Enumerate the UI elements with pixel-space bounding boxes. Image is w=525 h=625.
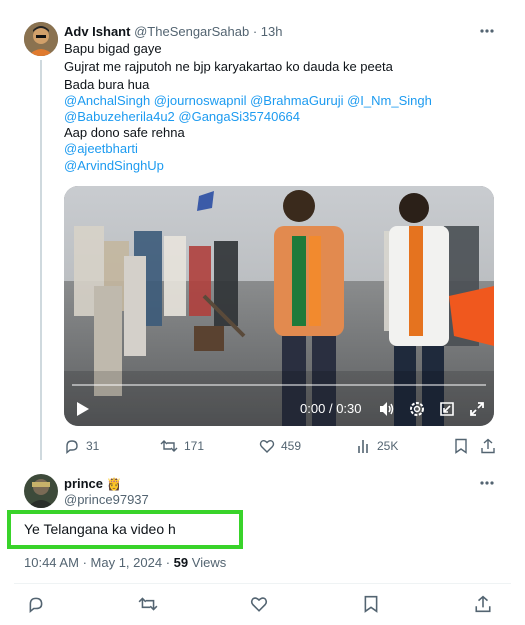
repost-count: 171 xyxy=(184,439,205,453)
picture-in-picture-icon[interactable] xyxy=(438,400,456,418)
crown-emoji-icon: 👸 xyxy=(106,477,122,491)
video-time-total: 0:30 xyxy=(336,401,362,416)
reply-timestamp-row: 10:44 AM · May 1, 2024 · 59 Views xyxy=(24,553,226,572)
heart-icon xyxy=(259,438,275,454)
thread-line xyxy=(40,60,42,460)
reply-bookmark-icon[interactable] xyxy=(363,595,379,613)
dot-separator: · xyxy=(252,24,258,39)
bar-chart-icon xyxy=(357,438,371,454)
tweet-text-line-2: Gujrat me rajputoh ne bjp karyakartao ko… xyxy=(64,59,393,74)
reply-views-label: Views xyxy=(191,555,227,570)
video-time-current: 0:00 xyxy=(300,401,326,416)
views-count: 25K xyxy=(377,439,399,453)
video-player[interactable]: 0:00 / 0:30 xyxy=(64,186,494,426)
reply-views-count: 59 xyxy=(173,555,189,570)
reply-reply-icon[interactable] xyxy=(27,595,45,613)
reply-count: 31 xyxy=(86,439,100,453)
video-time: 0:00 / 0:30 xyxy=(300,401,362,416)
reply-author-handle[interactable]: @prince97937 xyxy=(64,490,149,509)
reply-action[interactable]: 31 xyxy=(64,438,99,454)
video-time-separator: / xyxy=(328,401,333,416)
mention-arvindsinghup[interactable]: @ArvindSinghUp xyxy=(64,156,164,175)
reply-author-name[interactable]: prince xyxy=(64,476,103,491)
views-action[interactable]: 25K xyxy=(357,438,398,454)
reply-share-icon[interactable] xyxy=(474,595,492,613)
reply-sep: · xyxy=(82,555,87,570)
tweet-text-line-1: Bapu bigad gaye xyxy=(64,41,162,56)
bookmark-icon[interactable] xyxy=(454,438,468,454)
like-count: 459 xyxy=(281,439,302,453)
gear-icon[interactable] xyxy=(408,400,426,418)
play-icon[interactable] xyxy=(76,401,90,417)
reply-text: Ye Telangana ka video h xyxy=(24,521,176,537)
tweet-time[interactable]: 13h xyxy=(261,24,283,39)
reply-sep-2: · xyxy=(165,555,171,570)
more-options-icon[interactable] xyxy=(478,24,496,38)
reply-repost-icon[interactable] xyxy=(138,595,158,613)
video-progress-bar[interactable] xyxy=(72,384,486,386)
share-icon[interactable] xyxy=(480,438,496,454)
author-avatar[interactable] xyxy=(24,22,58,56)
repost-icon xyxy=(160,438,178,454)
reply-author-avatar[interactable] xyxy=(24,474,58,508)
author-handle[interactable]: @TheSengarSahab xyxy=(134,24,249,39)
author-name[interactable]: Adv Ishant xyxy=(64,24,130,39)
reply-icon xyxy=(64,438,80,454)
volume-icon[interactable] xyxy=(378,400,396,418)
video-frame xyxy=(64,186,494,426)
like-action[interactable]: 459 xyxy=(259,438,301,454)
divider xyxy=(14,583,511,584)
repost-action[interactable]: 171 xyxy=(160,438,204,454)
reply-heart-icon[interactable] xyxy=(250,595,268,613)
reply-time[interactable]: 10:44 AM xyxy=(24,555,79,570)
reply-more-options-icon[interactable] xyxy=(478,476,496,490)
reply-date[interactable]: May 1, 2024 xyxy=(91,555,163,570)
fullscreen-icon[interactable] xyxy=(468,400,486,418)
